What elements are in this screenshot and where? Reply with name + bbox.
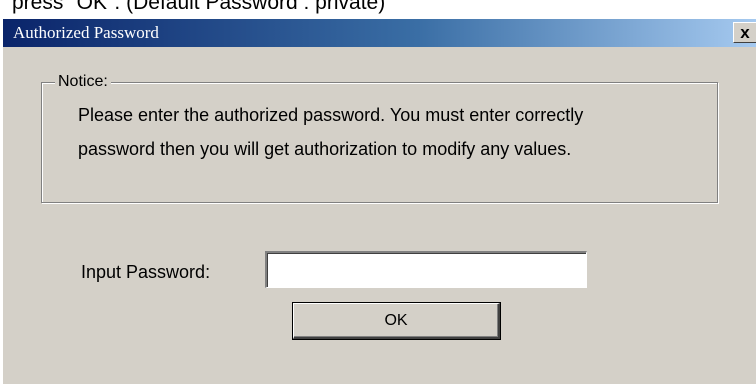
close-icon: x [740, 22, 750, 42]
notice-text-line-1: Please enter the authorized password. Yo… [78, 105, 584, 125]
authorized-password-dialog: Authorized Password x Notice: Please ent… [2, 18, 756, 384]
ok-button[interactable]: OK [293, 303, 500, 339]
notice-text-line-2: password then you will get authorization… [78, 139, 572, 159]
input-password-label: Input Password: [81, 262, 211, 282]
dialog-title: Authorized Password [13, 23, 159, 42]
close-button[interactable]: x [733, 22, 756, 43]
password-input[interactable] [265, 251, 587, 288]
caption-strip: press "OK". (Default Password : private) [0, 0, 756, 18]
notice-groupbox: Notice: Please enter the authorized pass… [41, 72, 718, 203]
caption-text: press "OK". (Default Password : private) [12, 0, 386, 14]
dialog-titlebar[interactable]: Authorized Password x [3, 19, 756, 47]
notice-legend: Notice: [55, 72, 111, 92]
